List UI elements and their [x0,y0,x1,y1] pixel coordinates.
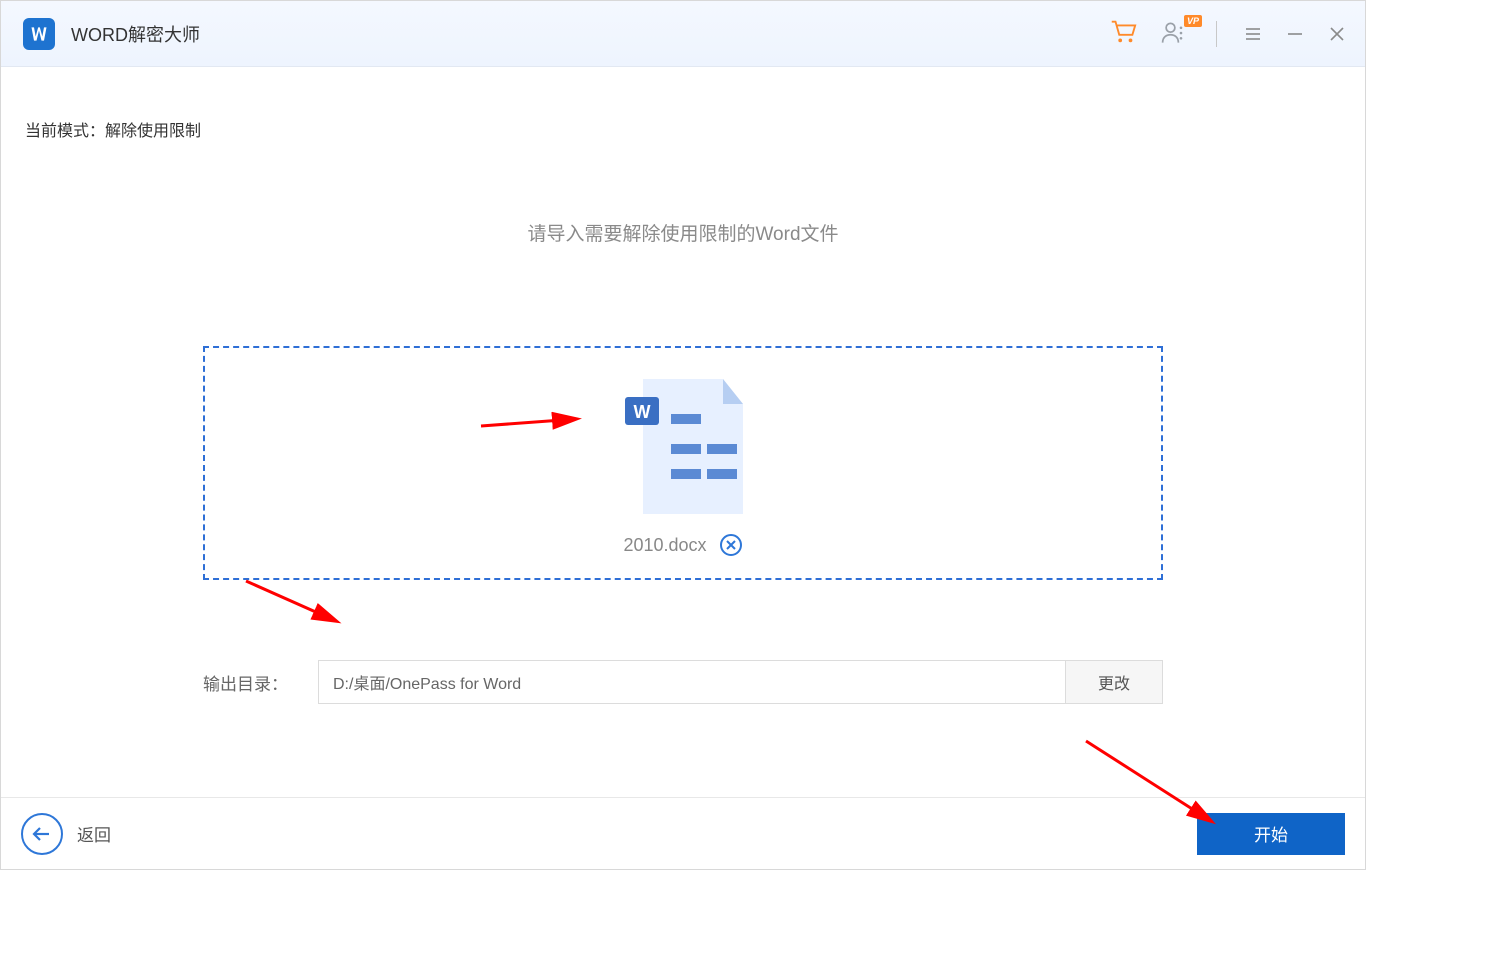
output-label: 输出目录： [203,670,288,695]
app-title: WORD解密大师 [71,21,200,47]
divider [1216,21,1217,47]
file-drop-zone[interactable]: W 2010.docx [203,346,1163,580]
back-label: 返回 [77,821,111,846]
app-window: WORD解密大师 VP [0,0,1366,870]
content-area: 当前模式：解除使用限制 请导入需要解除使用限制的Word文件 W 2010.do… [1,67,1365,797]
mode-label: 当前模式：解除使用限制 [25,117,1341,141]
output-row: 输出目录： 更改 [203,660,1163,704]
file-name: 2010.docx [623,535,706,556]
footer: 返回 开始 [1,797,1365,869]
change-output-button[interactable]: 更改 [1065,660,1163,704]
word-document-icon: W [613,369,753,519]
cart-icon[interactable] [1108,16,1138,51]
import-prompt: 请导入需要解除使用限制的Word文件 [25,219,1341,246]
menu-icon[interactable] [1243,24,1263,44]
back-button[interactable]: 返回 [21,813,111,855]
output-path-input[interactable] [318,660,1065,704]
back-arrow-icon [21,813,63,855]
start-button[interactable]: 开始 [1197,813,1345,855]
minimize-icon[interactable] [1285,24,1305,44]
file-row: 2010.docx [623,533,742,557]
app-logo-icon [23,18,55,50]
close-icon[interactable] [1327,24,1347,44]
titlebar: WORD解密大师 VP [1,1,1365,67]
remove-file-button[interactable] [719,533,743,557]
user-icon[interactable]: VP [1160,19,1190,49]
svg-text:W: W [634,402,651,422]
titlebar-right: VP [1108,16,1347,51]
vip-badge: VP [1184,15,1202,27]
